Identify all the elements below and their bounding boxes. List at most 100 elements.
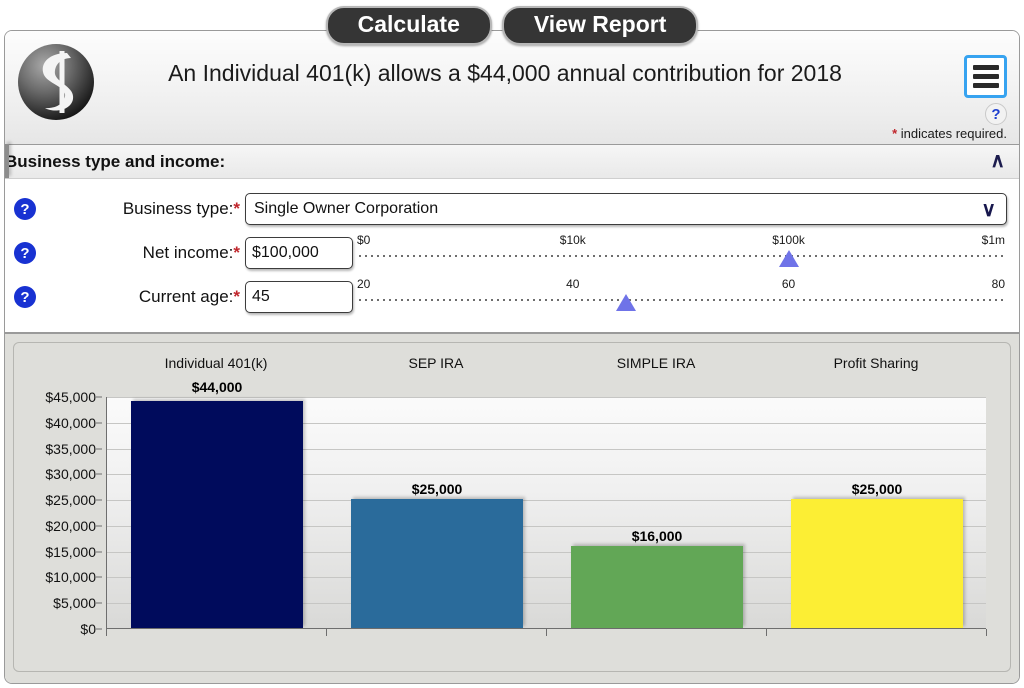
slider-tick-label: $100k [772, 233, 805, 247]
net-income-slider-thumb[interactable] [778, 250, 799, 267]
required-note-text: indicates required. [897, 126, 1007, 141]
app-header: An Individual 401(k) allows a $44,000 an… [5, 31, 1019, 145]
label-business-type: Business type:* [55, 199, 240, 219]
app-root: Calculate View Report An Individual 401(… [0, 0, 1024, 688]
slider-tick-label: $10k [559, 233, 586, 247]
section-title: Business type and income: [5, 151, 226, 171]
chart-x-tick [766, 629, 767, 636]
chart-y-tick [96, 448, 102, 450]
net-income-slider[interactable]: $0 $10k $100k $1m [357, 233, 1005, 273]
current-age-slider-thumb[interactable] [615, 294, 636, 311]
chart-x-tick [546, 629, 547, 636]
slider-tick-label: 60 [781, 277, 796, 291]
chart-bar[interactable] [571, 545, 743, 628]
chart-y-tick [96, 628, 102, 630]
section-collapse-chevron-icon[interactable]: ∧ [990, 151, 1005, 171]
required-asterisk: * [233, 287, 240, 306]
chart-y-tick-label: $40,000 [45, 414, 96, 431]
chart-bar-value-label: $16,000 [631, 527, 683, 544]
current-age-input[interactable] [245, 281, 353, 313]
view-report-button[interactable]: View Report [501, 6, 699, 46]
label-net-income: Net income:* [55, 243, 240, 263]
calculate-button[interactable]: Calculate [325, 6, 492, 46]
form-row-net-income: ? Net income:* $0 $10k $100k $1m [5, 231, 1019, 275]
company-sphere-logo [13, 39, 99, 125]
help-icon[interactable]: ? [985, 103, 1007, 125]
label-current-age: Current age:* [55, 287, 240, 307]
chart-bar[interactable] [351, 499, 523, 628]
chart-gridline [107, 397, 986, 398]
help-icon-net-income[interactable]: ? [14, 242, 36, 264]
business-type-value: Single Owner Corporation [254, 200, 439, 217]
slider-tick-label: $0 [357, 233, 371, 247]
chart-y-tick-label: $20,000 [45, 517, 96, 534]
chart-x-axis-ticks [106, 629, 987, 636]
chart-y-tick [96, 473, 102, 475]
chart-y-tick-label: $0 [80, 621, 96, 637]
chart-x-tick [986, 629, 987, 636]
chart-x-tick-label: Individual 401(k) [164, 355, 268, 371]
chart-y-tick-label: $30,000 [45, 466, 96, 483]
retirement-plan-comparison-chart: $0 $5,000 $10,000 $15,000 $20,000 $25,000 $30,… [13, 342, 1011, 672]
slider-tick-label: 40 [566, 277, 580, 291]
chart-x-tick-label: Profit Sharing [833, 355, 919, 371]
current-age-slider-ticks: 20 40 60 80 [357, 277, 1005, 295]
help-icon-business-type[interactable]: ? [14, 198, 36, 220]
chart-bar-value-label: $25,000 [411, 481, 463, 498]
chart-x-tick-label: SEP IRA [408, 355, 464, 371]
form-row-current-age: ? Current age:* 20 40 60 80 [5, 275, 1019, 319]
required-asterisk: * [233, 199, 240, 218]
hamburger-bar [972, 65, 999, 70]
main-frame: An Individual 401(k) allows a $44,000 an… [4, 30, 1020, 684]
hamburger-bar [972, 74, 999, 79]
chart-bar[interactable] [791, 499, 963, 628]
chart-y-tick-label: $35,000 [45, 440, 96, 457]
chart-y-tick [96, 551, 102, 553]
current-age-slider-track[interactable] [359, 299, 1005, 301]
label-business-type-text: Business type: [122, 199, 234, 218]
hamburger-menu-icon[interactable] [964, 55, 1007, 98]
business-type-income-section: Business type and income: ∧ ? Business t… [5, 144, 1019, 333]
slider-tick-label: 80 [991, 277, 1005, 291]
slider-tick-label: 20 [357, 277, 371, 291]
slider-tick-label: $1m [981, 233, 1005, 247]
chart-y-tick [96, 396, 102, 398]
hamburger-bar [972, 83, 999, 88]
chart-y-tick [96, 525, 102, 527]
chart-panel: ∧ $0$5,000$10,000$15,000$20,000$25,000$3… [5, 333, 1019, 683]
chart-y-tick [96, 602, 102, 604]
form-row-business-type: ? Business type:* Single Owner Corporati… [5, 187, 1019, 231]
chart-y-tick-label: $10,000 [45, 569, 96, 586]
section-accent-bar [5, 144, 9, 178]
chart-x-tick-label: SIMPLE IRA [616, 355, 696, 371]
current-age-slider[interactable]: 20 40 60 80 [357, 277, 1005, 317]
chart-x-tick [106, 629, 107, 636]
required-asterisk: * [233, 243, 240, 262]
chart-y-tick-label: $25,000 [45, 492, 96, 509]
chart-bar-value-label: $44,000 [191, 379, 243, 395]
section-header: Business type and income: ∧ [5, 144, 1019, 179]
chart-bar[interactable] [131, 401, 303, 628]
top-action-bar: Calculate View Report [0, 6, 1024, 48]
required-note: * indicates required. [892, 126, 1007, 141]
chart-plot-background: $44,000 $25,000 $16,000 $25,000 [106, 379, 986, 629]
chart-y-tick-label: $45,000 [45, 389, 96, 405]
chart-y-tick-label: $5,000 [53, 595, 96, 612]
chevron-down-icon: ∨ [981, 199, 996, 221]
chart-plot-area: $44,000 $25,000 $16,000 $25,000 [106, 379, 986, 629]
net-income-slider-ticks: $0 $10k $100k $1m [357, 233, 1005, 251]
chart-y-tick [96, 422, 102, 424]
form-rows: ? Business type:* Single Owner Corporati… [5, 179, 1019, 319]
chart-y-tick [96, 576, 102, 578]
label-current-age-text: Current age: [138, 287, 234, 306]
chart-y-tick [96, 499, 102, 501]
chart-bar-value-label: $25,000 [851, 481, 903, 498]
chart-x-tick [326, 629, 327, 636]
chart-y-tick-label: $15,000 [45, 543, 96, 560]
help-icon-current-age[interactable]: ? [14, 286, 36, 308]
net-income-input[interactable] [245, 237, 353, 269]
chart-y-axis: $0 $5,000 $10,000 $15,000 $20,000 $25,000 $30,… [14, 389, 102, 637]
label-net-income-text: Net income: [142, 243, 234, 262]
net-income-slider-track[interactable] [359, 255, 1005, 257]
business-type-select[interactable]: Single Owner Corporation ∨ [245, 193, 1007, 225]
